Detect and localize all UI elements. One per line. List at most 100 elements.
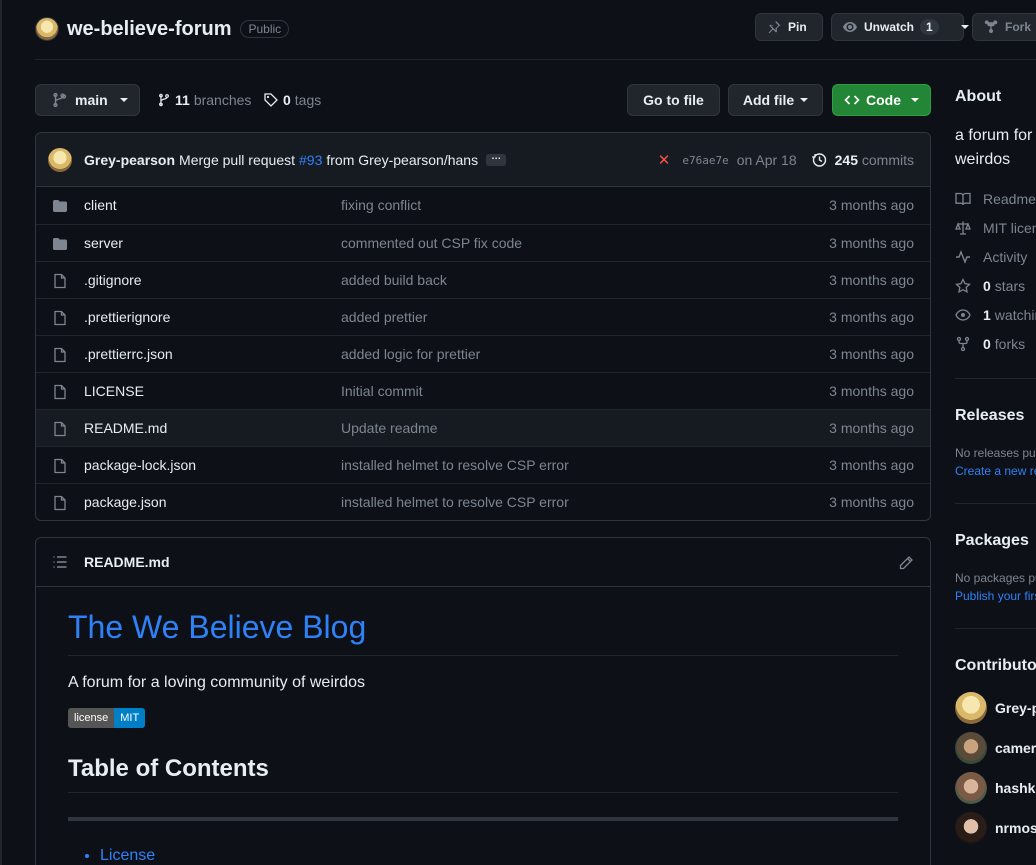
releases-heading[interactable]: Releases <box>955 407 1024 425</box>
sidebar-divider <box>955 378 1036 379</box>
contributors-heading[interactable]: Contributors <box>955 657 1036 675</box>
commit-author[interactable]: Grey-pearson <box>84 152 175 168</box>
file-row[interactable]: README.md Update readme 3 months ago <box>36 409 930 446</box>
readme-header: README.md <box>36 538 930 587</box>
file-commit-message[interactable]: commented out CSP fix code <box>341 235 522 251</box>
unwatch-label: Unwatch <box>864 20 915 34</box>
stars-link[interactable]: 0 stars <box>955 278 1025 294</box>
badge-left: license <box>68 708 115 728</box>
file-row[interactable]: package-lock.json installed helmet to res… <box>36 446 930 483</box>
file-name[interactable]: .prettierignore <box>84 309 170 325</box>
file-icon <box>52 347 68 363</box>
contributor-item[interactable]: hashken <box>955 772 1036 804</box>
file-row[interactable]: package.json installed helmet to resolve … <box>36 483 930 520</box>
file-commit-message[interactable]: installed helmet to resolve CSP error <box>341 494 569 510</box>
file-name[interactable]: .gitignore <box>84 272 142 288</box>
file-name[interactable]: server <box>84 235 123 251</box>
commits-link[interactable]: 245 commits <box>835 152 914 168</box>
activity-link[interactable]: Activity <box>955 249 1027 265</box>
about-description: a forum for weirdos <box>955 127 1033 168</box>
file-commit-message[interactable]: Initial commit <box>341 383 423 399</box>
branch-icon <box>51 92 67 108</box>
commit-author-avatar[interactable] <box>48 147 72 172</box>
readme-link[interactable]: Readme <box>955 191 1036 207</box>
go-to-file-button[interactable]: Go to file <box>627 84 720 116</box>
file-name[interactable]: README.md <box>84 420 167 436</box>
publish-package-link[interactable]: Publish your first package <box>955 589 1036 603</box>
file-name[interactable]: LICENSE <box>84 383 144 399</box>
code-button[interactable]: Code <box>832 84 931 116</box>
pin-button[interactable]: Pin <box>755 13 823 41</box>
sidebar: About a forum for weirdos Readme MIT lic… <box>955 0 1036 865</box>
repo-name[interactable]: we-believe-forum <box>67 18 231 41</box>
file-name[interactable]: client <box>84 197 117 213</box>
failed-status-icon[interactable]: ✕ <box>658 151 671 169</box>
file-row[interactable]: .prettierrc.json added logic for prettier… <box>36 335 930 372</box>
file-commit-message[interactable]: installed helmet to resolve CSP error <box>341 457 569 473</box>
forks-link[interactable]: 0 forks <box>955 336 1025 352</box>
commit-message-suffix[interactable]: from Grey-pearson/hans <box>326 152 478 168</box>
readme-title[interactable]: The We Believe Blog <box>68 607 898 656</box>
watch-count: 1 <box>920 19 939 35</box>
commit-sha[interactable]: e76ae7e <box>682 154 728 167</box>
owner-avatar[interactable] <box>35 17 59 41</box>
contributor-name: cameran <box>995 740 1036 756</box>
watching-label: watching <box>994 307 1036 323</box>
contributor-item[interactable]: Grey-pearson <box>955 692 1036 724</box>
expand-commit-button[interactable]: … <box>486 151 507 166</box>
pencil-icon[interactable] <box>898 555 914 571</box>
folder-icon <box>52 236 68 252</box>
pulse-icon <box>955 249 971 265</box>
toc-heading: Table of Contents <box>68 754 898 793</box>
add-file-button[interactable]: Add file <box>728 84 823 116</box>
file-commit-message[interactable]: added prettier <box>341 309 427 325</box>
license-badge[interactable]: license MIT <box>68 708 146 728</box>
file-commit-message[interactable]: added logic for prettier <box>341 346 480 362</box>
eye-icon <box>842 19 858 35</box>
file-name[interactable]: .prettierrc.json <box>84 346 173 362</box>
tags-label: tags <box>294 92 322 108</box>
file-row[interactable]: client fixing conflict 3 months ago <box>36 187 930 224</box>
readme-filename[interactable]: README.md <box>84 554 170 570</box>
unwatch-button[interactable]: Unwatch 1 <box>831 13 969 41</box>
watching-count: 1 <box>983 307 991 323</box>
create-release-link[interactable]: Create a new release <box>955 464 1036 478</box>
file-age: 3 months ago <box>829 197 914 213</box>
file-row[interactable]: .prettierignore added prettier 3 months ag… <box>36 298 930 335</box>
file-commit-message[interactable]: added build back <box>341 272 447 288</box>
code-label: Code <box>866 92 901 108</box>
sidebar-divider <box>955 628 1036 629</box>
file-commit-message[interactable]: Update readme <box>341 420 438 436</box>
branches-label: branches <box>193 92 252 108</box>
eye-icon <box>955 307 971 323</box>
commit-message-prefix[interactable]: Merge pull request <box>179 152 295 168</box>
license-link[interactable]: MIT license <box>955 220 1036 236</box>
packages-heading[interactable]: Packages <box>955 532 1029 550</box>
file-age: 3 months ago <box>829 420 914 436</box>
commit-pr-link[interactable]: #93 <box>299 152 322 168</box>
commits-count: 245 <box>834 152 858 168</box>
toc-item-license[interactable]: License <box>100 847 898 865</box>
file-age: 3 months ago <box>829 457 914 473</box>
badge-right: MIT <box>114 708 146 728</box>
chevron-down-icon <box>911 98 919 102</box>
watching-link[interactable]: 1watching <box>955 307 1036 323</box>
file-name[interactable]: package.json <box>84 494 167 510</box>
file-row[interactable]: LICENSE Initial commit 3 months ago <box>36 372 930 409</box>
file-row[interactable]: .gitignore added build back 3 months ago <box>36 261 930 298</box>
about-heading: About <box>955 88 1002 105</box>
stars-count: 0 <box>983 278 991 294</box>
tags-link[interactable]: 0 tags <box>263 92 321 108</box>
file-name[interactable]: package-lock.json <box>84 457 196 473</box>
branch-selector[interactable]: main <box>35 84 140 116</box>
license-link-label: MIT license <box>983 220 1036 236</box>
file-age: 3 months ago <box>829 346 914 362</box>
file-row[interactable]: server commented out CSP fix code 3 months… <box>36 224 930 261</box>
contributor-item[interactable]: nrmosc <box>955 812 1036 844</box>
tag-icon <box>263 92 279 108</box>
branches-link[interactable]: 11 branches <box>157 92 251 108</box>
add-file-label: Add file <box>742 92 795 108</box>
contributor-item[interactable]: cameran <box>955 732 1036 764</box>
list-icon[interactable] <box>52 554 68 570</box>
file-commit-message[interactable]: fixing conflict <box>341 197 421 213</box>
